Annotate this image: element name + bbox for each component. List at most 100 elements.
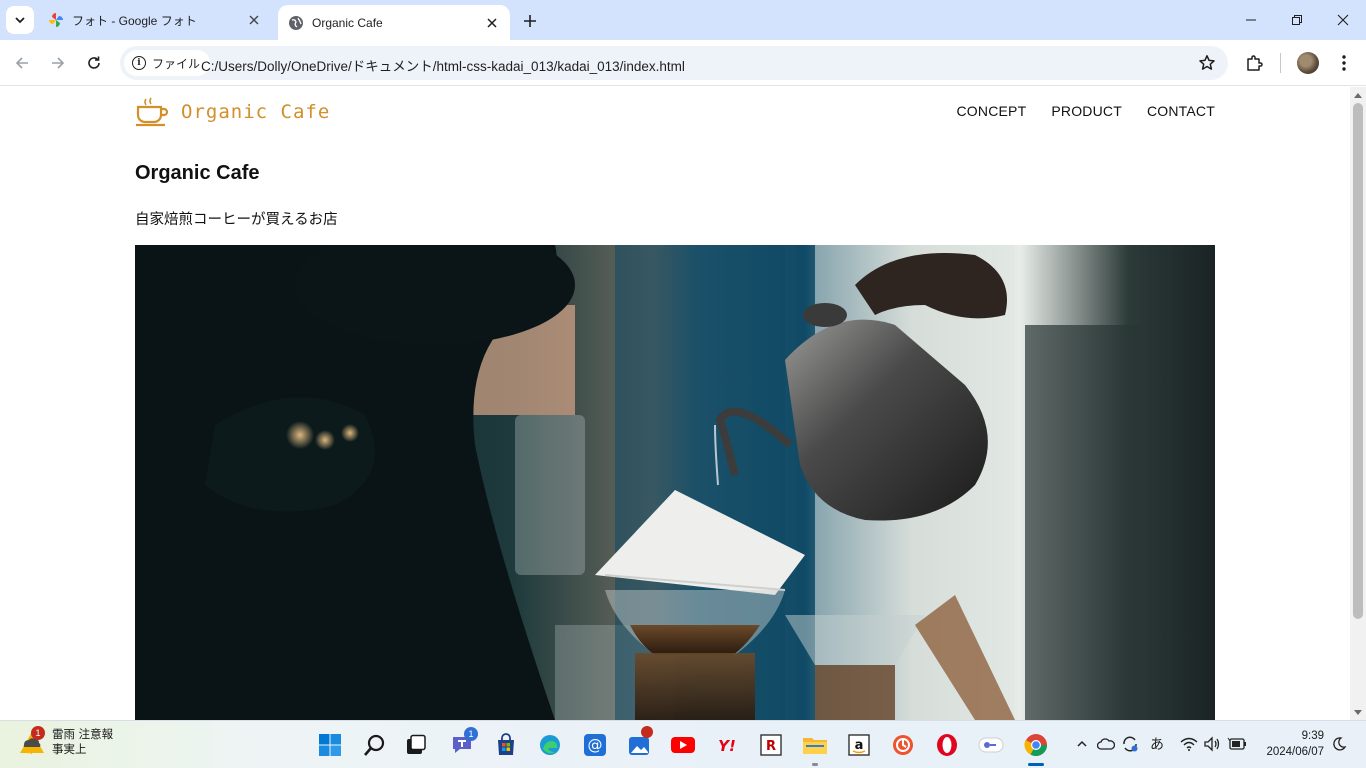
logo-text: Organic Cafe	[181, 101, 331, 123]
scroll-up-arrow-icon[interactable]	[1354, 93, 1362, 98]
windows-logo-icon	[319, 734, 341, 756]
search-button[interactable]	[359, 729, 391, 761]
svg-text:Y!: Y!	[718, 737, 736, 755]
reload-button[interactable]	[80, 49, 108, 77]
ime-indicator[interactable]: あ	[1146, 733, 1168, 755]
tab-title: フォト - Google フォト	[72, 13, 197, 28]
clock-date: 2024/06/07	[1266, 746, 1324, 758]
scroll-down-arrow-icon[interactable]	[1354, 710, 1362, 715]
weather-alert-text: 雷雨 注意報	[52, 727, 114, 741]
sync-icon	[1123, 736, 1138, 752]
global-nav: CONCEPT PRODUCT CONTACT	[956, 103, 1215, 119]
edge-button[interactable]	[534, 729, 566, 761]
globe-icon	[288, 15, 304, 31]
bookmark-star-icon[interactable]	[1198, 54, 1216, 72]
weather-alert-badge: 1	[31, 726, 45, 740]
battery-tray[interactable]	[1226, 733, 1248, 755]
tab-organic-cafe[interactable]: Organic Cafe	[278, 5, 510, 40]
task-view-button[interactable]	[400, 729, 432, 761]
battery-charging-icon	[1227, 737, 1246, 750]
tab-search-button[interactable]	[6, 6, 34, 34]
tab-close-icon[interactable]	[484, 15, 500, 31]
svg-text:a: a	[855, 738, 864, 753]
nav-concept[interactable]: CONCEPT	[956, 103, 1026, 119]
weather-widget[interactable]: 1 雷雨 注意報 事実上	[18, 726, 114, 757]
tab-google-photos[interactable]: フォト - Google フォト	[38, 0, 272, 40]
chevron-down-icon	[15, 17, 25, 24]
browser-toolbar: i ファイル C:/Users/Dolly/OneDrive/ドキュメント/ht…	[0, 40, 1366, 86]
youtube-button[interactable]	[667, 729, 699, 761]
reload-icon	[88, 56, 100, 69]
teams-chat-button[interactable]: 1	[446, 727, 478, 761]
wifi-tray[interactable]	[1178, 733, 1200, 755]
app-orange-button[interactable]	[887, 729, 919, 761]
url-text[interactable]: C:/Users/Dolly/OneDrive/ドキュメント/html-css-…	[201, 55, 685, 75]
browser-tab-strip: フォト - Google フォト Organic Cafe	[0, 0, 1366, 40]
google-photos-icon	[48, 12, 64, 28]
sync-tray[interactable]	[1119, 733, 1141, 755]
address-bar[interactable]: i ファイル C:/Users/Dolly/OneDrive/ドキュメント/ht…	[120, 46, 1228, 80]
cloud-icon	[1097, 738, 1115, 750]
menu-button[interactable]	[1330, 49, 1358, 77]
chrome-button[interactable]	[1020, 729, 1052, 761]
taskbar-active-indicator	[1028, 763, 1044, 766]
page-subtitle: 自家焙煎コーヒーが買えるお店	[135, 212, 338, 228]
yahoo-button[interactable]: Y!	[711, 729, 743, 761]
onedrive-tray[interactable]	[1095, 733, 1117, 755]
site-logo[interactable]: Organic Cafe	[135, 95, 330, 129]
photos-app-button[interactable]	[623, 726, 655, 761]
clock-time: 9:39	[1301, 730, 1324, 742]
volume-tray[interactable]	[1201, 733, 1223, 755]
taskbar-clock[interactable]: 9:39 2024/06/07	[1258, 728, 1324, 760]
page-title: Organic Cafe	[135, 162, 260, 184]
profile-avatar[interactable]	[1297, 52, 1319, 74]
notifications-button[interactable]	[1328, 733, 1350, 755]
nav-contact[interactable]: CONTACT	[1147, 103, 1215, 119]
task-view-icon	[407, 734, 426, 754]
rakuten-icon: R	[760, 734, 782, 756]
start-button[interactable]	[314, 729, 346, 761]
weather-sub-text: 事実上	[52, 742, 87, 756]
rakuten-button[interactable]: R	[755, 729, 787, 761]
amazon-button[interactable]: a	[843, 729, 875, 761]
file-explorer-button[interactable]	[799, 729, 831, 761]
app-pill-button[interactable]	[975, 729, 1007, 761]
scroll-thumb[interactable]	[1353, 103, 1363, 619]
search-icon	[364, 734, 385, 756]
windows-taskbar: 1 雷雨 注意報 事実上 1 @ Y! R a あ 9:39 2024/06/0…	[0, 720, 1366, 768]
key-pill-icon	[978, 737, 1004, 753]
toolbar-divider	[1280, 53, 1281, 73]
amazon-icon: a	[848, 734, 870, 756]
teams-badge: 1	[464, 727, 478, 741]
nav-product[interactable]: PRODUCT	[1051, 103, 1122, 119]
microsoft-store-button[interactable]	[490, 729, 522, 761]
plus-icon	[524, 15, 536, 27]
forward-arrow-icon	[52, 57, 65, 69]
restore-button[interactable]	[1274, 0, 1320, 40]
restore-icon	[1292, 15, 1302, 25]
forward-button[interactable]	[44, 49, 72, 77]
back-button[interactable]	[8, 49, 36, 77]
close-window-button[interactable]	[1320, 0, 1366, 40]
page-viewport: Organic Cafe CONCEPT PRODUCT CONTACT Org…	[0, 87, 1350, 720]
show-hidden-icons-button[interactable]	[1071, 733, 1093, 755]
coffee-cup-icon	[136, 97, 169, 127]
opera-button[interactable]	[931, 729, 963, 761]
page-scrollbar[interactable]	[1350, 87, 1366, 720]
back-arrow-icon	[15, 57, 28, 69]
minimize-button[interactable]	[1228, 0, 1274, 40]
extensions-button[interactable]	[1240, 49, 1268, 77]
folder-icon	[803, 738, 827, 754]
site-info-chip[interactable]: i ファイル	[124, 50, 211, 76]
edge-icon	[540, 735, 560, 755]
tab-close-icon[interactable]	[246, 12, 262, 28]
chrome-icon	[1024, 734, 1047, 756]
youtube-icon	[671, 737, 695, 753]
hero-image-pour-over-coffee	[135, 245, 1215, 720]
do-not-disturb-moon-icon	[1333, 737, 1347, 751]
new-tab-button[interactable]	[518, 9, 542, 33]
mail-button[interactable]: @	[579, 729, 611, 761]
site-info-label: ファイル	[152, 56, 201, 71]
close-icon	[1337, 14, 1349, 26]
yahoo-icon: Y!	[718, 737, 736, 755]
